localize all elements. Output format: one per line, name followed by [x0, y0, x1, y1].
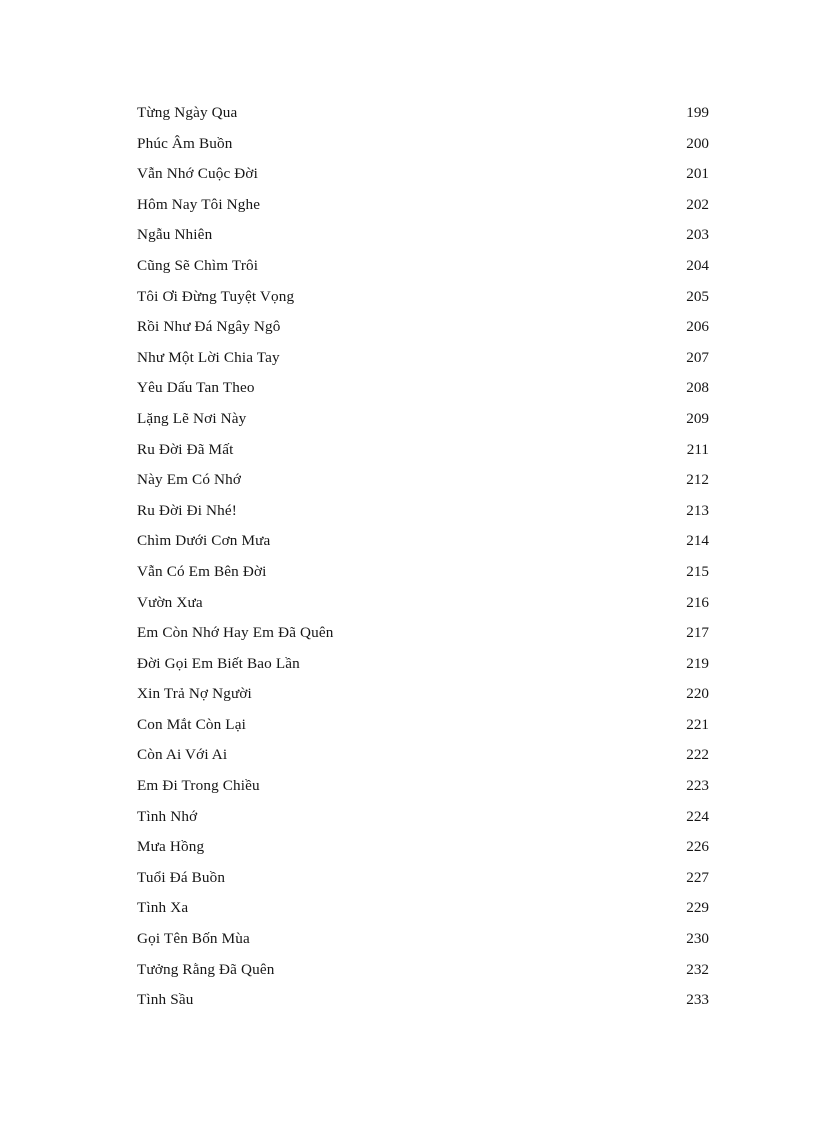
toc-entry-title: Em Còn Nhớ Hay Em Đã Quên — [137, 624, 334, 642]
toc-entry[interactable]: Cũng Sẽ Chìm Trôi 204 — [137, 251, 709, 282]
toc-entry[interactable]: Như Một Lời Chia Tay 207 — [137, 343, 709, 374]
toc-entry-title: Em Đi Trong Chiều — [137, 777, 260, 795]
toc-entry[interactable]: Từng Ngày Qua 199 — [137, 98, 709, 129]
toc-entry-title: Vẫn Có Em Bên Đời — [137, 562, 267, 580]
toc-entry-title: Xin Trả Nợ Người — [137, 685, 252, 703]
toc-entry-title: Cũng Sẽ Chìm Trôi — [137, 256, 259, 274]
toc-entry-title: Này Em Có Nhớ — [137, 471, 242, 489]
toc-entry-page-number: 204 — [686, 256, 709, 274]
toc-entry-page-number: 233 — [686, 991, 709, 1009]
toc-entry-page-number: 203 — [686, 226, 709, 244]
toc-entry-page-number: 202 — [686, 195, 709, 213]
toc-entry-title: Từng Ngày Qua — [137, 104, 238, 121]
toc-entry-title: Tôi Ơi Đừng Tuyệt Vọng — [137, 287, 295, 305]
toc-entry[interactable]: Tưởng Rằng Đã Quên 232 — [137, 955, 709, 986]
toc-entry-page-number: 232 — [686, 960, 709, 978]
toc-entry-title: Tuổi Đá Buồn — [137, 868, 226, 886]
toc-entry-page-number: 199 — [686, 104, 709, 121]
toc-entry-page-number: 209 — [686, 409, 709, 427]
toc-entry[interactable]: Gọi Tên Bốn Mùa 230 — [137, 924, 709, 955]
toc-entry[interactable]: Tình Sầu 233 — [137, 985, 709, 1016]
toc-entry-title: Gọi Tên Bốn Mùa — [137, 930, 250, 948]
toc-entry-page-number: 214 — [686, 532, 709, 550]
toc-entry-page-number: 223 — [686, 777, 709, 795]
toc-entry-title: Con Mắt Còn Lại — [137, 715, 246, 733]
toc-entry-title: Tình Sầu — [137, 991, 194, 1009]
toc-entry-title: Ru Đời Đã Mất — [137, 440, 234, 458]
toc-entry-title: Như Một Lời Chia Tay — [137, 348, 280, 366]
toc-entry-page-number: 211 — [686, 440, 709, 458]
toc-entry-title: Ngẫu Nhiên — [137, 226, 213, 244]
toc-entry-page-number: 213 — [686, 501, 709, 519]
toc-entry-page-number: 220 — [686, 685, 709, 703]
toc-entry-title: Đời Gọi Em Biết Bao Lần — [137, 654, 300, 672]
toc-entry[interactable]: Ngẫu Nhiên 203 — [137, 220, 709, 251]
toc-entry-page-number: 219 — [686, 654, 709, 672]
toc-entry-page-number: 205 — [686, 287, 709, 305]
toc-entry[interactable]: Vẫn Nhớ Cuộc Đời 201 — [137, 159, 709, 190]
toc-entry-page-number: 207 — [686, 348, 709, 366]
toc-entry-title: Vườn Xưa — [137, 593, 203, 611]
toc-entry[interactable]: Tôi Ơi Đừng Tuyệt Vọng 205 — [137, 282, 709, 313]
toc-entry[interactable]: Đời Gọi Em Biết Bao Lần 219 — [137, 649, 709, 680]
toc-entry[interactable]: Em Còn Nhớ Hay Em Đã Quên 217 — [137, 618, 709, 649]
toc-entry-title: Chìm Dưới Cơn Mưa — [137, 532, 271, 550]
toc-entry[interactable]: Phúc Âm Buồn 200 — [137, 129, 709, 160]
toc-entry-title: Phúc Âm Buồn — [137, 134, 233, 152]
toc-entry-page-number: 224 — [686, 807, 709, 825]
toc-entry[interactable]: Vườn Xưa 216 — [137, 588, 709, 619]
toc-entry[interactable]: Chìm Dưới Cơn Mưa 214 — [137, 526, 709, 557]
toc-entry-title: Tưởng Rằng Đã Quên — [137, 960, 275, 978]
toc-entry[interactable]: Lặng Lẽ Nơi Này 209 — [137, 404, 709, 435]
toc-entry[interactable]: Yêu Dấu Tan Theo 208 — [137, 373, 709, 404]
toc-entry-page-number: 230 — [686, 930, 709, 948]
toc-entry-title: Ru Đời Đi Nhé! — [137, 501, 237, 519]
toc-entry[interactable]: Vẫn Có Em Bên Đời 215 — [137, 557, 709, 588]
toc-entry-title: Còn Ai Với Ai — [137, 746, 228, 764]
toc-entry-page-number: 208 — [686, 379, 709, 397]
toc-entry-page-number: 229 — [686, 899, 709, 917]
toc-entry-page-number: 212 — [686, 471, 709, 489]
toc-entry[interactable]: Rồi Như Đá Ngây Ngô 206 — [137, 312, 709, 343]
toc-entry-page-number: 221 — [686, 715, 709, 733]
toc-entry[interactable]: Mưa Hồng 226 — [137, 832, 709, 863]
table-of-contents-list: Từng Ngày Qua 199 Phúc Âm Buồn 200 Vẫn Nhớ C… — [137, 98, 709, 1016]
toc-entry-title: Tình Nhớ — [137, 807, 198, 825]
toc-entry[interactable]: Còn Ai Với Ai 222 — [137, 740, 709, 771]
toc-entry-page-number: 217 — [686, 624, 709, 642]
toc-entry[interactable]: Ru Đời Đã Mất 211 — [137, 435, 709, 466]
toc-entry[interactable]: Ru Đời Đi Nhé! 213 — [137, 496, 709, 527]
toc-entry-page-number: 216 — [686, 593, 709, 611]
toc-entry-page-number: 201 — [686, 165, 709, 183]
toc-entry-title: Mưa Hồng — [137, 838, 205, 856]
toc-entry-title: Yêu Dấu Tan Theo — [137, 379, 255, 397]
toc-entry-title: Tình Xa — [137, 899, 189, 917]
toc-entry-page-number: 206 — [686, 318, 709, 336]
toc-entry[interactable]: Tình Nhớ 224 — [137, 802, 709, 833]
toc-entry-page-number: 227 — [686, 868, 709, 886]
toc-entry[interactable]: Em Đi Trong Chiều 223 — [137, 771, 709, 802]
toc-entry[interactable]: Hôm Nay Tôi Nghe 202 — [137, 190, 709, 221]
toc-entry-page-number: 215 — [686, 562, 709, 580]
toc-entry-title: Rồi Như Đá Ngây Ngô — [137, 318, 281, 336]
toc-entry[interactable]: Tuổi Đá Buồn 227 — [137, 863, 709, 894]
toc-entry-title: Vẫn Nhớ Cuộc Đời — [137, 165, 258, 183]
toc-entry-title: Lặng Lẽ Nơi Này — [137, 409, 247, 427]
toc-entry-title: Hôm Nay Tôi Nghe — [137, 195, 261, 213]
toc-entry[interactable]: Con Mắt Còn Lại 221 — [137, 710, 709, 741]
toc-entry-page-number: 200 — [686, 134, 709, 152]
toc-entry-page-number: 226 — [686, 838, 709, 856]
toc-entry[interactable]: Này Em Có Nhớ 212 — [137, 465, 709, 496]
toc-entry[interactable]: Tình Xa 229 — [137, 893, 709, 924]
toc-entry-page-number: 222 — [686, 746, 709, 764]
toc-entry[interactable]: Xin Trả Nợ Người 220 — [137, 679, 709, 710]
document-page: Từng Ngày Qua 199 Phúc Âm Buồn 200 Vẫn Nhớ C… — [0, 0, 816, 1123]
